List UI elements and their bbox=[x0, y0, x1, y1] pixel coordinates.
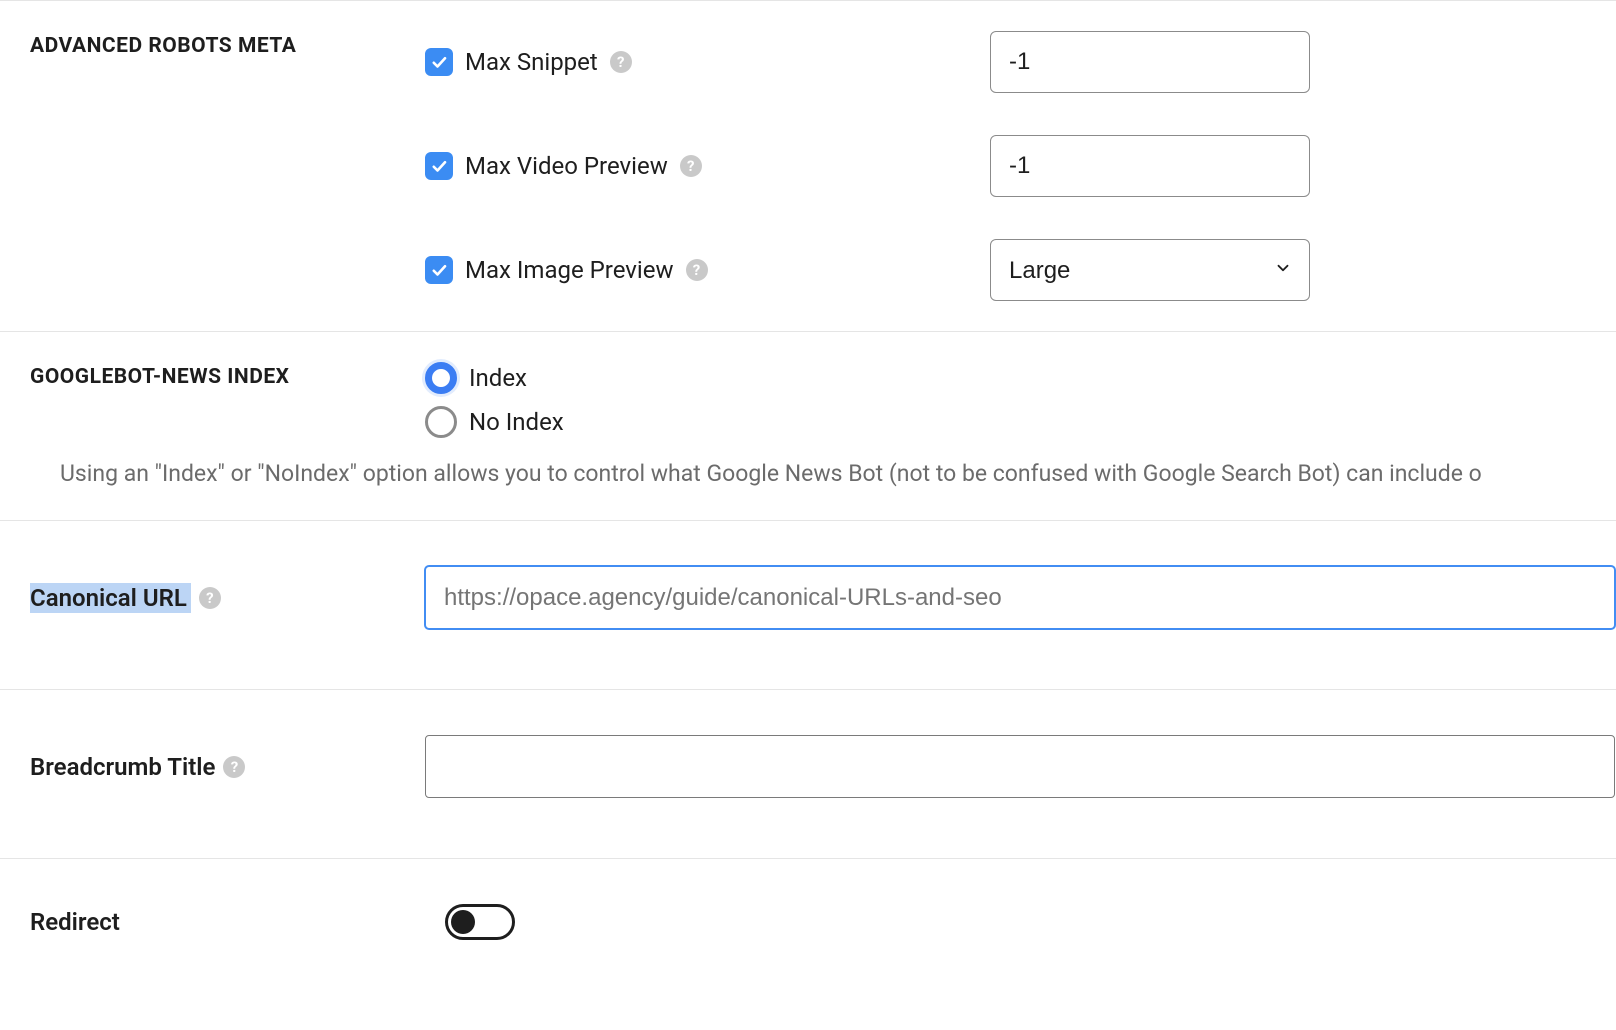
help-icon[interactable]: ? bbox=[199, 587, 221, 609]
max-snippet-row: Max Snippet ? bbox=[425, 31, 1586, 93]
max-video-preview-input[interactable] bbox=[990, 135, 1310, 197]
max-image-preview-checkbox[interactable] bbox=[425, 256, 453, 284]
breadcrumb-title-label: Breadcrumb Title ? bbox=[30, 753, 245, 781]
googlebot-news-title: GOOGLEBOT-NEWS INDEX bbox=[30, 365, 425, 389]
advanced-robots-section: ADVANCED ROBOTS META Max Snippet ? Max V… bbox=[0, 0, 1616, 331]
no-index-radio-label: No Index bbox=[469, 408, 564, 436]
max-snippet-checkbox[interactable] bbox=[425, 48, 453, 76]
googlebot-help-text: Using an "Index" or "NoIndex" option all… bbox=[60, 458, 1586, 490]
max-snippet-input[interactable] bbox=[990, 31, 1310, 93]
no-index-radio[interactable] bbox=[425, 406, 457, 438]
max-image-preview-select[interactable]: Large bbox=[990, 239, 1310, 301]
help-icon[interactable]: ? bbox=[610, 51, 632, 73]
max-video-preview-row: Max Video Preview ? bbox=[425, 135, 1586, 197]
toggle-knob bbox=[451, 910, 475, 934]
index-radio-row[interactable]: Index bbox=[425, 362, 1586, 394]
canonical-url-section: Canonical URL ? bbox=[0, 520, 1616, 689]
redirect-section: Redirect bbox=[0, 858, 1616, 1030]
index-radio[interactable] bbox=[425, 362, 457, 394]
breadcrumb-title-input[interactable] bbox=[425, 735, 1615, 798]
max-snippet-label: Max Snippet bbox=[465, 48, 598, 76]
index-radio-label: Index bbox=[469, 364, 527, 392]
max-image-preview-label: Max Image Preview bbox=[465, 256, 674, 284]
breadcrumb-title-section: Breadcrumb Title ? bbox=[0, 689, 1616, 858]
canonical-url-label: Canonical URL bbox=[30, 583, 191, 613]
max-image-preview-row: Max Image Preview ? Large bbox=[425, 239, 1586, 301]
no-index-radio-row[interactable]: No Index bbox=[425, 406, 1586, 438]
help-icon[interactable]: ? bbox=[686, 259, 708, 281]
redirect-toggle[interactable] bbox=[445, 904, 515, 940]
advanced-robots-title: ADVANCED ROBOTS META bbox=[30, 34, 425, 58]
help-icon[interactable]: ? bbox=[680, 155, 702, 177]
max-video-preview-checkbox[interactable] bbox=[425, 152, 453, 180]
max-video-preview-label: Max Video Preview bbox=[465, 152, 668, 180]
canonical-url-input[interactable] bbox=[425, 566, 1615, 629]
help-icon[interactable]: ? bbox=[223, 756, 245, 778]
redirect-label: Redirect bbox=[30, 908, 120, 936]
googlebot-news-section: GOOGLEBOT-NEWS INDEX Index No Index Usin… bbox=[0, 331, 1616, 520]
